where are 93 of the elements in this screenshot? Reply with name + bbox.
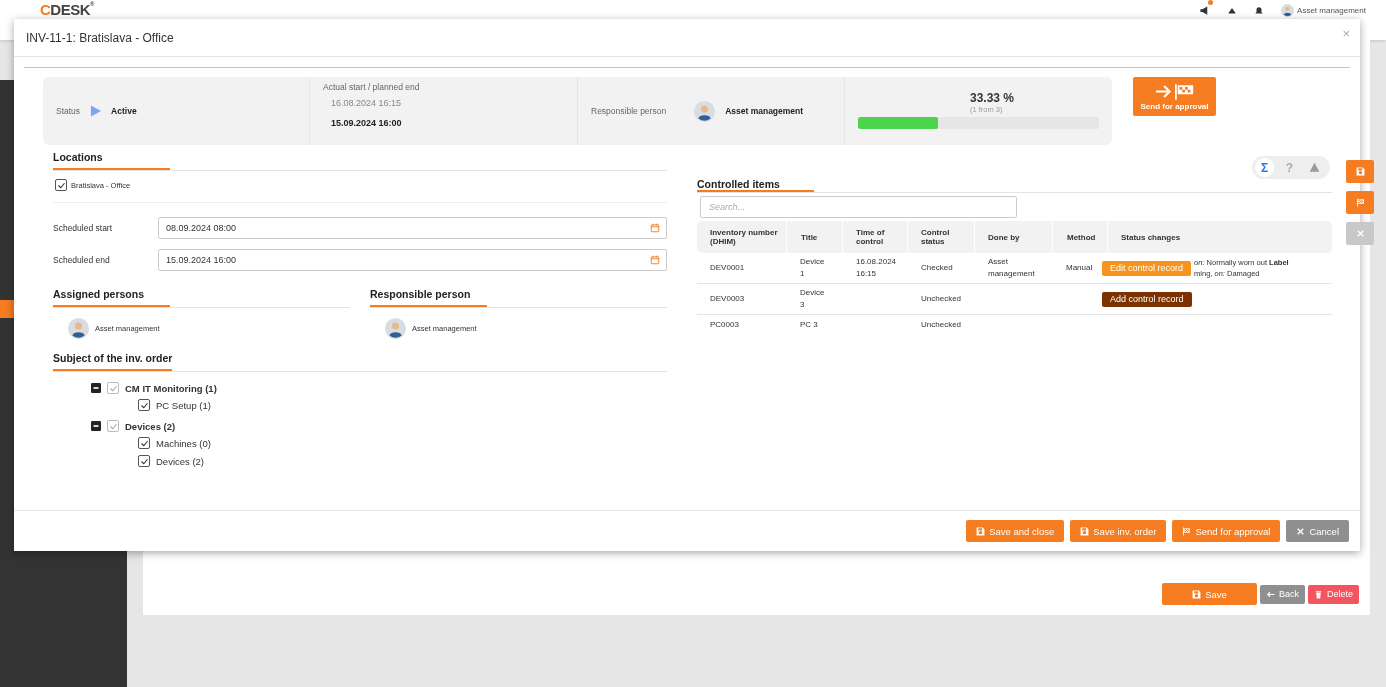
- responsible-label: Responsible person: [591, 106, 667, 116]
- save-button[interactable]: Save and close: [966, 520, 1065, 542]
- back-button[interactable]: Back: [1259, 584, 1305, 604]
- save-icon: [976, 526, 986, 536]
- checkbox[interactable]: [107, 420, 119, 432]
- checkered-flag-icon: [1182, 526, 1192, 536]
- logo: CDESK: [40, 1, 91, 18]
- date-field[interactable]: 08.09.2024 08:00: [158, 217, 667, 239]
- tree-label: CM IT Monitoring (1): [125, 382, 217, 394]
- tree-label: Devices (2): [125, 420, 176, 432]
- send-for-approval-button[interactable]: Send for approval: [1133, 77, 1216, 116]
- date-field[interactable]: 15.09.2024 16:00: [158, 249, 667, 271]
- avatar-icon: [385, 318, 406, 339]
- tree-label: PC Setup (1): [156, 399, 211, 411]
- status-value: Active: [111, 106, 137, 116]
- save-button[interactable]: Save: [1161, 583, 1257, 605]
- save-button[interactable]: [1346, 160, 1374, 183]
- modal-title: INV-11-1: Bratislava - Office: [26, 30, 174, 45]
- add-record-button[interactable]: Add control record: [1102, 291, 1192, 307]
- section-heading: Assigned persons: [53, 288, 170, 307]
- table-cell: Manual: [1066, 262, 1093, 274]
- trash-icon: [1314, 589, 1323, 599]
- column-header: Control status: [908, 221, 975, 253]
- approval-button[interactable]: [1346, 191, 1374, 214]
- section-heading: Subject of the inv. order: [53, 352, 173, 371]
- collapse-toggle[interactable]: [91, 421, 101, 431]
- active-menu-item[interactable]: [0, 300, 14, 318]
- collapse-toggle[interactable]: [91, 383, 101, 393]
- planned-end: 15.09.2024 16:00: [331, 118, 402, 128]
- play-icon: [90, 105, 102, 117]
- progress-percent: 33.33 %: [970, 91, 1015, 105]
- responsible-name: Asset management: [725, 106, 804, 116]
- arrow-flag-icon: [1154, 82, 1195, 100]
- tree-label: Devices (2): [156, 455, 205, 467]
- section-heading: Controlled items: [697, 178, 814, 192]
- table-cell: PC0003: [710, 319, 739, 331]
- section-heading: Locations: [53, 151, 170, 170]
- avatar-icon: [68, 318, 89, 339]
- close-button[interactable]: [1346, 222, 1374, 245]
- checkbox[interactable]: [138, 455, 150, 467]
- close-icon: [1296, 526, 1306, 536]
- delete-button[interactable]: Delete: [1308, 584, 1359, 604]
- column-header: Inventory number (DHIM): [697, 221, 787, 253]
- view-button[interactable]: ?: [1280, 158, 1299, 177]
- save-button[interactable]: Save inv. order: [1070, 520, 1167, 542]
- bell-icon: [1254, 5, 1265, 16]
- calendar-icon: [650, 255, 660, 265]
- checkbox[interactable]: [107, 382, 119, 394]
- column-header: Time of control: [843, 221, 908, 253]
- user-name: Asset management: [1297, 6, 1366, 15]
- column-header: Title: [787, 221, 843, 253]
- checkbox[interactable]: [138, 437, 150, 449]
- save-icon: [1355, 167, 1365, 176]
- approval-button[interactable]: Send for approval: [1172, 520, 1281, 542]
- avatar-icon: [694, 100, 716, 122]
- column-header: Method: [1053, 221, 1108, 253]
- checkbox[interactable]: [138, 399, 150, 411]
- check-icon: [56, 180, 66, 190]
- check-icon: [108, 421, 118, 431]
- section-heading: Responsible person: [370, 288, 487, 307]
- checkered-flag-icon: [1355, 198, 1365, 207]
- table-cell: Checked: [921, 262, 953, 274]
- table-cell-text: Device 1: [800, 256, 826, 280]
- back-arrow-icon: [1265, 589, 1275, 599]
- close-button[interactable]: ×: [1342, 26, 1350, 41]
- dates-label: Actual start / planned end: [323, 82, 420, 92]
- table-cell-text: Asset management: [988, 256, 1036, 280]
- save-icon: [1192, 589, 1202, 599]
- avatar-icon: [1281, 4, 1295, 17]
- tree-label: Machines (0): [156, 437, 211, 449]
- table-cell: Unchecked: [921, 293, 962, 305]
- column-header: Done by: [975, 221, 1053, 253]
- table-cell: PC 3: [800, 319, 818, 331]
- table-cell: DEV0003: [710, 293, 745, 305]
- actual-start: 16.08.2024 16:15: [331, 98, 402, 108]
- table-cell: Unchecked: [921, 319, 962, 331]
- table-cell: DEV0001: [710, 262, 745, 274]
- table-cell-text: Device 3: [800, 287, 826, 311]
- check-icon: [139, 400, 149, 410]
- warning-icon: [1309, 162, 1320, 173]
- check-icon: [108, 383, 118, 393]
- field-label: Scheduled end: [53, 255, 111, 265]
- table-cell: 16.08.2024 16:15: [856, 256, 897, 280]
- checkbox[interactable]: [55, 179, 67, 191]
- search-field[interactable]: Search...: [700, 196, 1017, 218]
- field-label: Scheduled start: [53, 223, 114, 233]
- edit-record-button[interactable]: Edit control record: [1102, 260, 1192, 276]
- view-button[interactable]: Σ: [1255, 158, 1274, 177]
- save-icon: [1080, 526, 1090, 536]
- status-label: Status: [56, 106, 81, 116]
- column-header: Status changes: [1120, 231, 1182, 244]
- close-icon: [1355, 229, 1365, 238]
- calendar-icon: [650, 223, 660, 233]
